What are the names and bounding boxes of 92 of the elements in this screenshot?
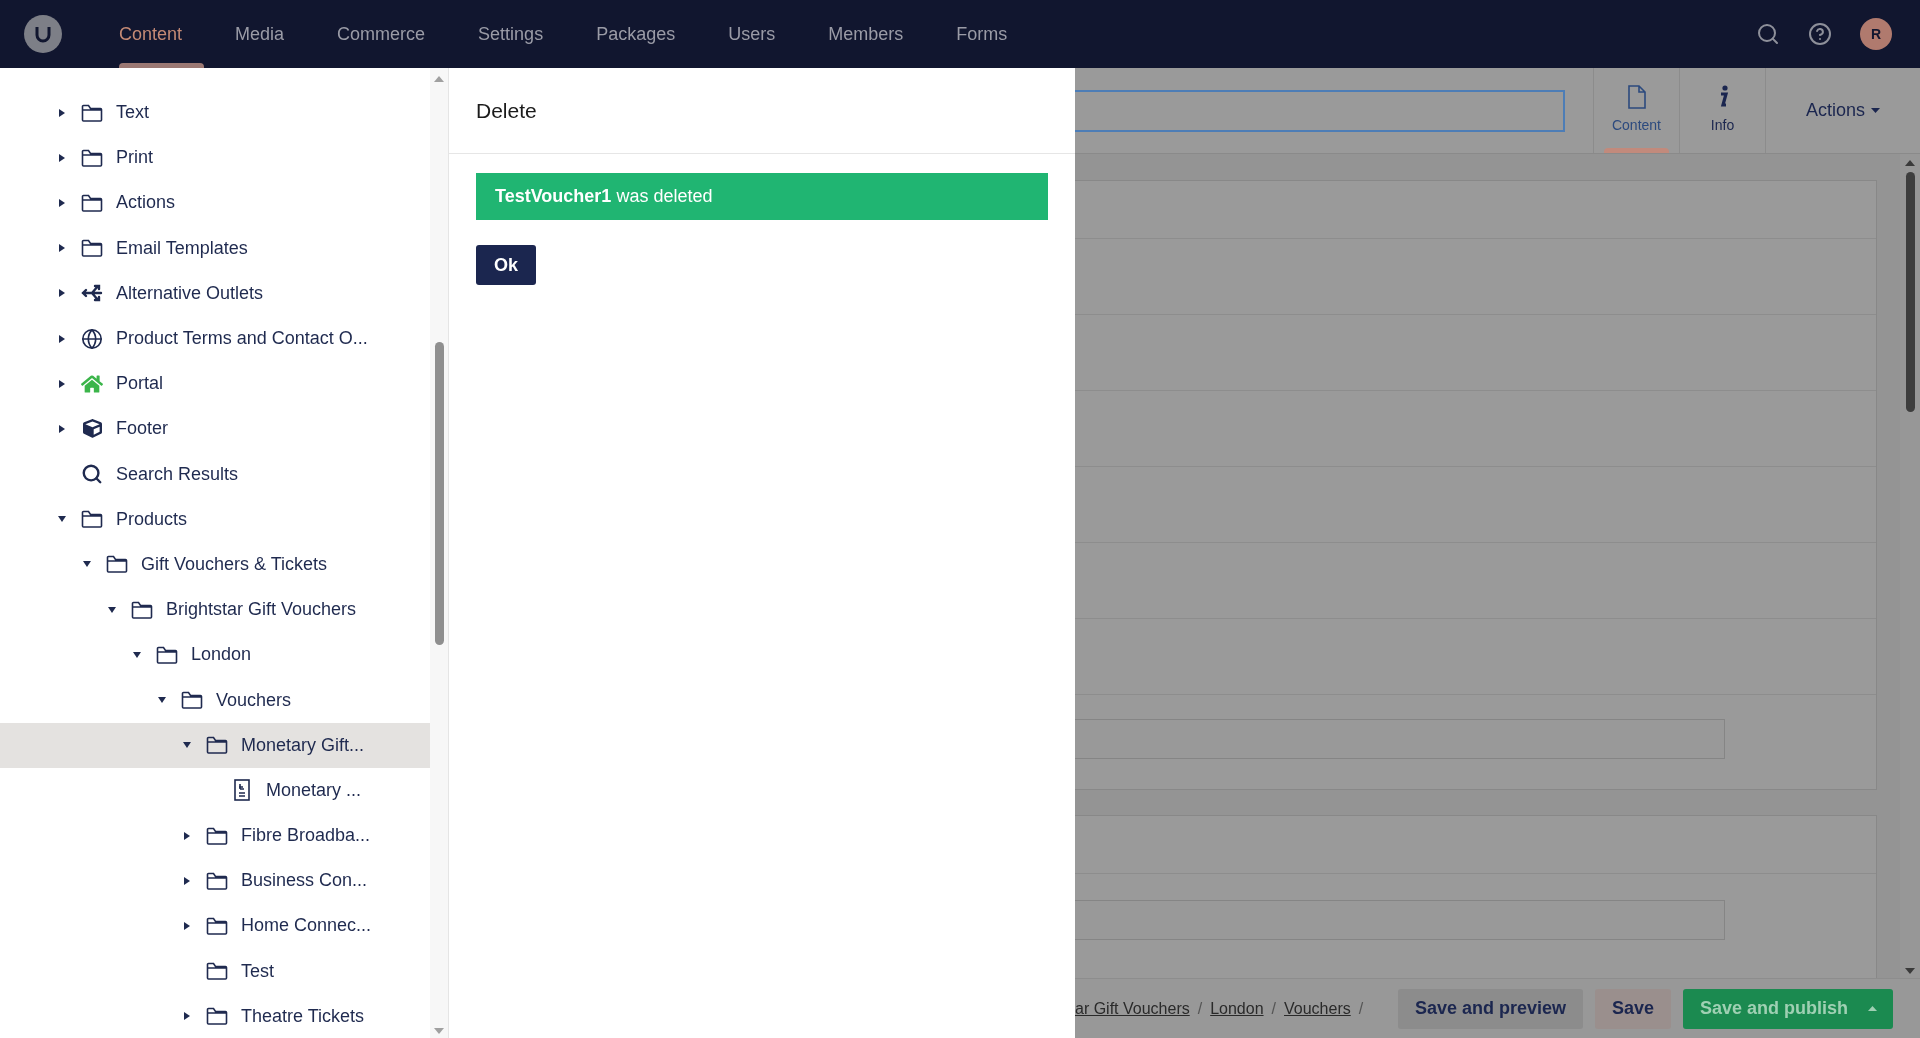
folder-icon [206,916,228,935]
tree-item[interactable]: Fibre Broadba... [0,813,430,859]
search-icon[interactable] [1756,22,1780,46]
tree-item[interactable]: Monetary ... [0,767,430,813]
document-icon [234,779,250,802]
folder-icon [131,600,153,619]
document-icon [1627,85,1646,109]
tree-item[interactable]: Product Terms and Contact O... [0,315,430,362]
actions-button[interactable]: Actions [1806,97,1880,124]
breadcrumb-link[interactable]: London [1210,996,1264,1021]
app-tab[interactable]: Info [1679,68,1765,153]
save-button[interactable]: Save [1594,988,1671,1029]
tree-item[interactable]: Search Results [0,451,430,497]
cube-icon [82,419,102,439]
folder-icon [206,962,228,981]
ok-button[interactable]: Ok [476,245,536,285]
caret-icon[interactable] [182,875,192,886]
scrollbar[interactable] [430,68,448,1038]
folder-icon [206,1007,228,1026]
nav-tab[interactable]: Packages [578,0,694,68]
globe-icon [81,327,103,350]
search-icon [81,463,103,486]
caret-icon[interactable] [57,378,67,389]
nav-tab[interactable]: Forms [938,0,1026,68]
folder-icon [206,736,228,755]
logo-icon[interactable] [24,15,62,53]
breadcrumb-link[interactable]: ar Gift Vouchers [1075,996,1190,1021]
caret-icon [1871,108,1880,113]
tree-item[interactable]: Brightstar Gift Vouchers [0,587,430,633]
tree-item[interactable]: London [0,632,430,678]
folder-icon [206,871,228,890]
breadcrumb-separator: / [1197,998,1203,1019]
caret-icon[interactable] [182,1011,192,1022]
tree-item[interactable]: Print [0,135,430,181]
caret-icon[interactable] [57,197,67,208]
nav-tab[interactable]: Content [101,0,201,68]
tree-item[interactable]: Theatre Tickets [0,993,430,1038]
breadcrumb-link[interactable]: Vouchers [1284,996,1351,1021]
text-input-field[interactable] [1075,719,1725,759]
tree-item[interactable]: Email Templates [0,225,430,271]
folder-icon [81,103,103,122]
nav-tab[interactable]: Commerce [319,0,444,68]
tree-item[interactable]: Monetary Gift... [0,722,430,768]
branching-arrows-icon [81,283,103,304]
caret-icon[interactable] [182,920,192,931]
folder-icon [156,645,178,664]
active-tab-indicator [1604,148,1669,153]
success-message: TestVoucher1 was deleted [476,173,1048,220]
scrollbar-thumb[interactable] [434,342,444,645]
scroll-down-icon[interactable] [1905,968,1915,974]
text-input-field[interactable] [1075,900,1725,940]
tree-item[interactable]: Home Connec... [0,903,430,949]
nav-tab[interactable]: Media [217,0,303,68]
save-and-preview-button[interactable]: Save and preview [1397,988,1583,1029]
caret-icon[interactable] [182,830,192,841]
scroll-up-icon[interactable] [1905,160,1915,166]
caret-icon[interactable] [132,649,142,660]
caret-icon[interactable] [107,604,117,615]
breadcrumb-separator: / [1358,998,1364,1019]
tree-item[interactable]: Text [0,90,430,136]
folder-icon [81,510,103,529]
caret-icon[interactable] [57,288,67,299]
name-input-field[interactable] [1075,89,1565,132]
nav-tab[interactable]: Settings [460,0,562,68]
folder-icon [81,239,103,258]
caret-icon[interactable] [57,152,67,163]
caret-icon[interactable] [57,107,67,118]
tree-item[interactable]: Portal [0,361,430,407]
caret-icon[interactable] [57,333,67,344]
folder-icon [106,555,128,574]
tree-item[interactable]: Gift Vouchers & Tickets [0,541,430,588]
folder-icon [81,193,103,212]
user-avatar[interactable]: R [1860,18,1892,50]
tree-item[interactable]: Test [0,948,430,994]
breadcrumb-separator: / [1271,998,1276,1019]
help-icon[interactable] [1808,22,1832,46]
tree-item[interactable]: Footer [0,406,430,452]
caret-icon[interactable] [57,423,67,434]
tree-item[interactable]: Actions [0,180,430,226]
tree-item[interactable]: Alternative Outlets [0,270,430,316]
folder-icon [206,826,228,845]
tree-item[interactable]: Vouchers [0,677,430,723]
home-icon [81,372,103,395]
nav-tab[interactable]: Members [810,0,922,68]
dialog-title: Delete [476,97,537,124]
folder-icon [181,691,203,710]
caret-icon[interactable] [57,243,67,254]
tree-item[interactable]: Business Con... [0,858,430,904]
nav-tab[interactable]: Users [710,0,794,68]
folder-icon [81,148,103,167]
tree-item[interactable]: Products [0,496,430,542]
scrollbar-thumb[interactable] [1905,172,1915,412]
